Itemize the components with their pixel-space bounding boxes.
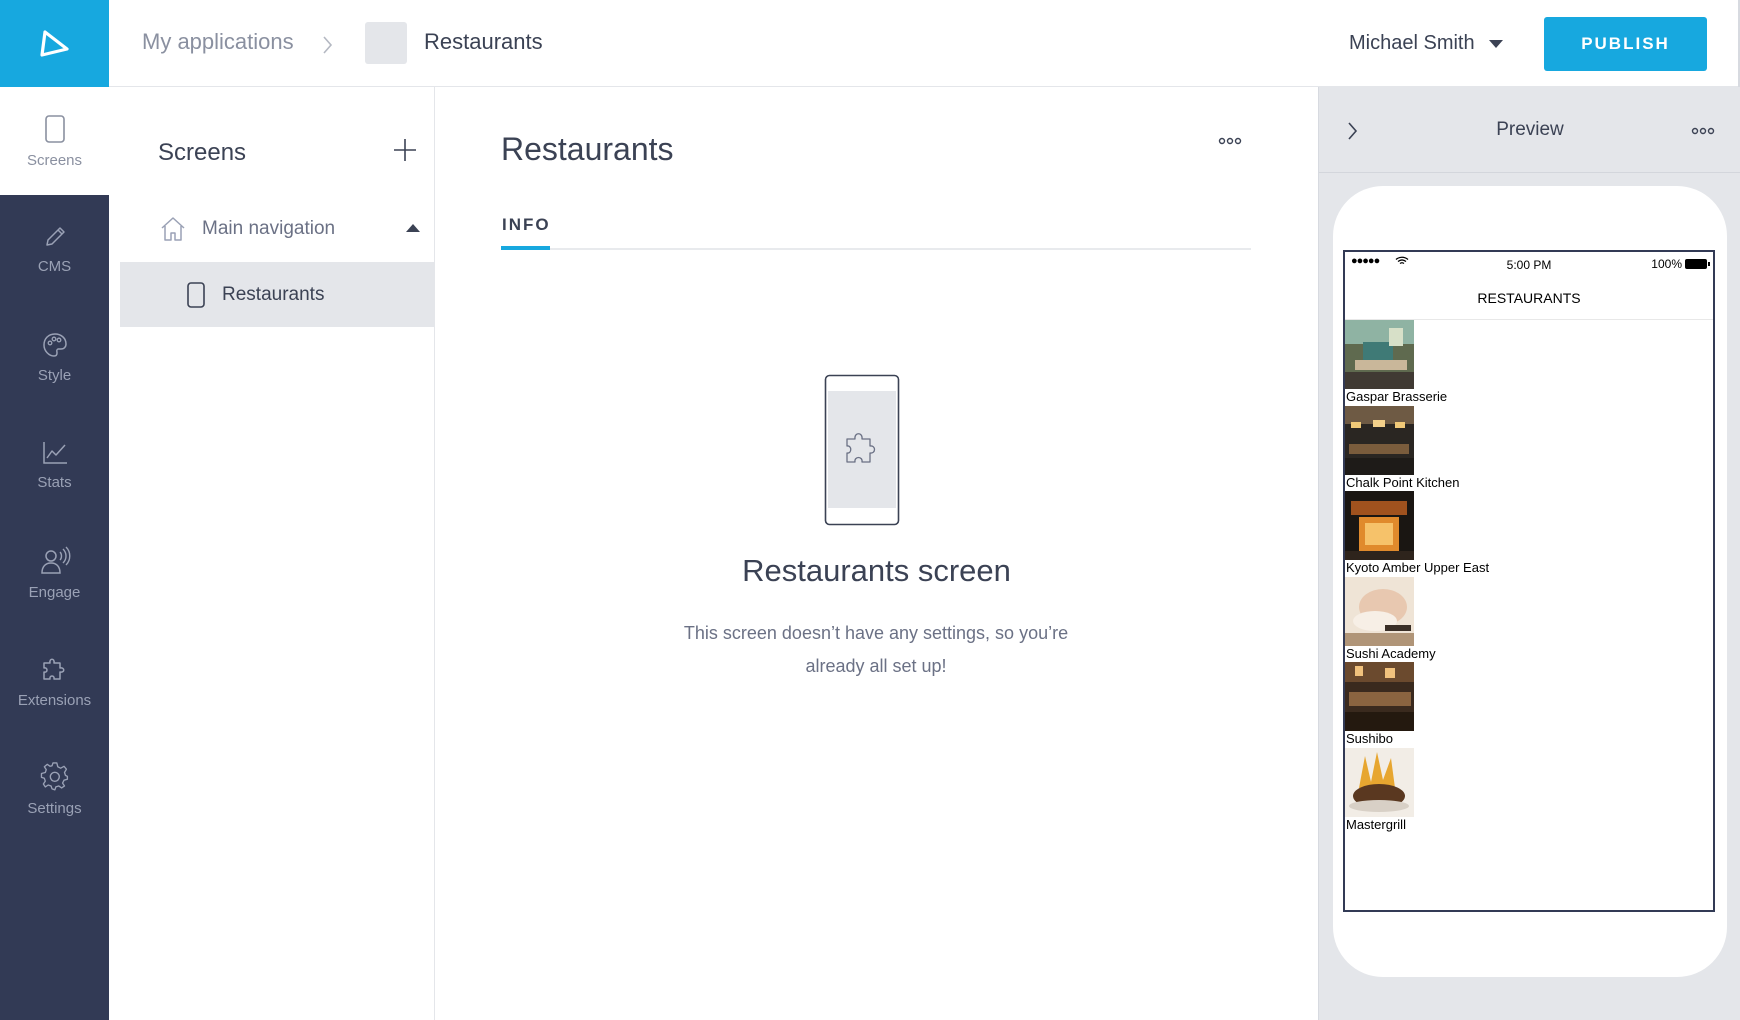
sidebar-item-engage[interactable]: Engage — [0, 519, 109, 627]
caret-down-icon — [1488, 39, 1503, 48]
breadcrumb-current: Restaurants — [424, 29, 543, 54]
restaurant-photo — [1345, 405, 1414, 475]
restaurant-name: Kyoto Amber Upper East — [1346, 560, 1490, 575]
restaurant-name: Gaspar Brasserie — [1346, 389, 1448, 404]
list-item[interactable]: Mastergrill — [1345, 747, 1713, 834]
sidebar-item-stats[interactable]: Stats — [0, 411, 109, 519]
restaurant-photo — [1345, 747, 1414, 817]
list-item[interactable]: Chalk Point Kitchen — [1345, 405, 1713, 492]
phone-icon — [44, 114, 65, 143]
sidebar-label: Extensions — [17, 691, 92, 709]
chevron-right-icon — [323, 36, 333, 54]
top-bar: My applications Restaurants Michael Smit… — [0, 0, 1740, 87]
sidebar-item-settings[interactable]: Settings — [0, 735, 109, 843]
empty-state-title: Restaurants screen — [742, 553, 1011, 588]
page-title: Restaurants — [501, 131, 674, 167]
sidebar-item-style[interactable]: Style — [0, 303, 109, 411]
sidebar-label: CMS — [37, 257, 72, 275]
sidebar-label: Stats — [37, 473, 72, 491]
pencil-icon — [45, 226, 65, 246]
main-sidebar: Screens CMS Style Stats Engage Extension… — [0, 87, 109, 1020]
palette-icon — [42, 332, 67, 357]
broadcast-user-icon — [40, 546, 70, 574]
caret-up-icon[interactable] — [406, 224, 420, 232]
user-menu[interactable]: Michael Smith — [1349, 32, 1503, 55]
nav-group-main-navigation[interactable]: Main navigation — [160, 214, 420, 244]
screens-panel-title: Screens — [158, 139, 247, 166]
nav-group-label: Main navigation — [202, 218, 336, 239]
restaurant-list: Gaspar Brasserie Chalk Point Kitchen Kyo… — [1345, 320, 1713, 833]
screen-item-restaurants[interactable]: Restaurants — [120, 262, 435, 327]
restaurant-photo — [1345, 491, 1414, 560]
sidebar-item-screens[interactable]: Screens — [0, 87, 109, 195]
sidebar-item-extensions[interactable]: Extensions — [0, 627, 109, 735]
more-options-icon[interactable] — [1218, 137, 1242, 145]
more-options-icon[interactable] — [1691, 127, 1715, 135]
play-logo-icon — [39, 29, 69, 57]
screen-placeholder-icon — [824, 374, 900, 526]
chart-icon — [42, 441, 67, 464]
sidebar-item-cms[interactable]: CMS — [0, 195, 109, 303]
app-screen-title: RESTAURANTS — [1345, 276, 1713, 320]
preview-title: Preview — [1496, 119, 1564, 140]
list-item[interactable]: Sushibo — [1345, 662, 1713, 748]
app-logo[interactable] — [0, 0, 109, 87]
add-screen-icon[interactable] — [392, 137, 418, 163]
app-thumbnail — [365, 22, 407, 64]
battery-percent: 100% — [1651, 257, 1682, 271]
sidebar-label: Screens — [26, 151, 83, 169]
tab-bar: INFO — [501, 215, 1251, 250]
list-item[interactable]: Gaspar Brasserie — [1345, 320, 1713, 406]
tab-info[interactable]: INFO — [501, 215, 552, 250]
main-content: Restaurants INFO Restaurants screen This… — [435, 87, 1318, 1020]
restaurant-name: Sushibo — [1346, 731, 1393, 746]
list-item[interactable]: Kyoto Amber Upper East — [1345, 491, 1713, 577]
sidebar-label: Settings — [27, 799, 82, 817]
user-name: Michael Smith — [1349, 32, 1475, 54]
home-icon — [161, 217, 185, 241]
restaurant-name: Sushi Academy — [1346, 645, 1436, 661]
screen-item-label: Restaurants — [222, 283, 325, 305]
phone-icon — [187, 281, 205, 308]
breadcrumb-my-applications[interactable]: My applications — [142, 29, 294, 55]
active-tab-indicator — [501, 246, 550, 250]
restaurant-photo — [1345, 320, 1414, 389]
device-screen[interactable]: ●●●●● 5:00 PM 100% RESTAURANTS Gaspar Br… — [1343, 250, 1715, 912]
gear-icon — [40, 761, 68, 790]
status-bar: ●●●●● 5:00 PM 100% — [1345, 252, 1713, 276]
publish-button[interactable]: PUBLISH — [1544, 17, 1707, 71]
list-item[interactable]: Sushi Academy — [1345, 576, 1713, 663]
restaurant-photo — [1345, 662, 1414, 731]
battery-icon — [1685, 259, 1710, 269]
restaurant-name: Mastergrill — [1346, 816, 1406, 832]
preview-panel: Preview ●●●●● 5:00 PM 100% RESTAURANTS G… — [1318, 87, 1740, 1020]
puzzle-icon — [42, 658, 64, 680]
battery-status: 100% — [1651, 257, 1710, 271]
preview-header: Preview — [1319, 87, 1740, 173]
sidebar-label: Style — [37, 366, 72, 384]
device-frame: ●●●●● 5:00 PM 100% RESTAURANTS Gaspar Br… — [1333, 186, 1727, 977]
sidebar-label: Engage — [28, 583, 81, 601]
restaurant-name: Chalk Point Kitchen — [1346, 474, 1460, 490]
empty-state-description: This screen doesn’t have any settings, s… — [683, 623, 1069, 676]
screens-panel: Screens Main navigation Restaurants — [109, 87, 435, 1020]
restaurant-photo — [1345, 576, 1414, 646]
